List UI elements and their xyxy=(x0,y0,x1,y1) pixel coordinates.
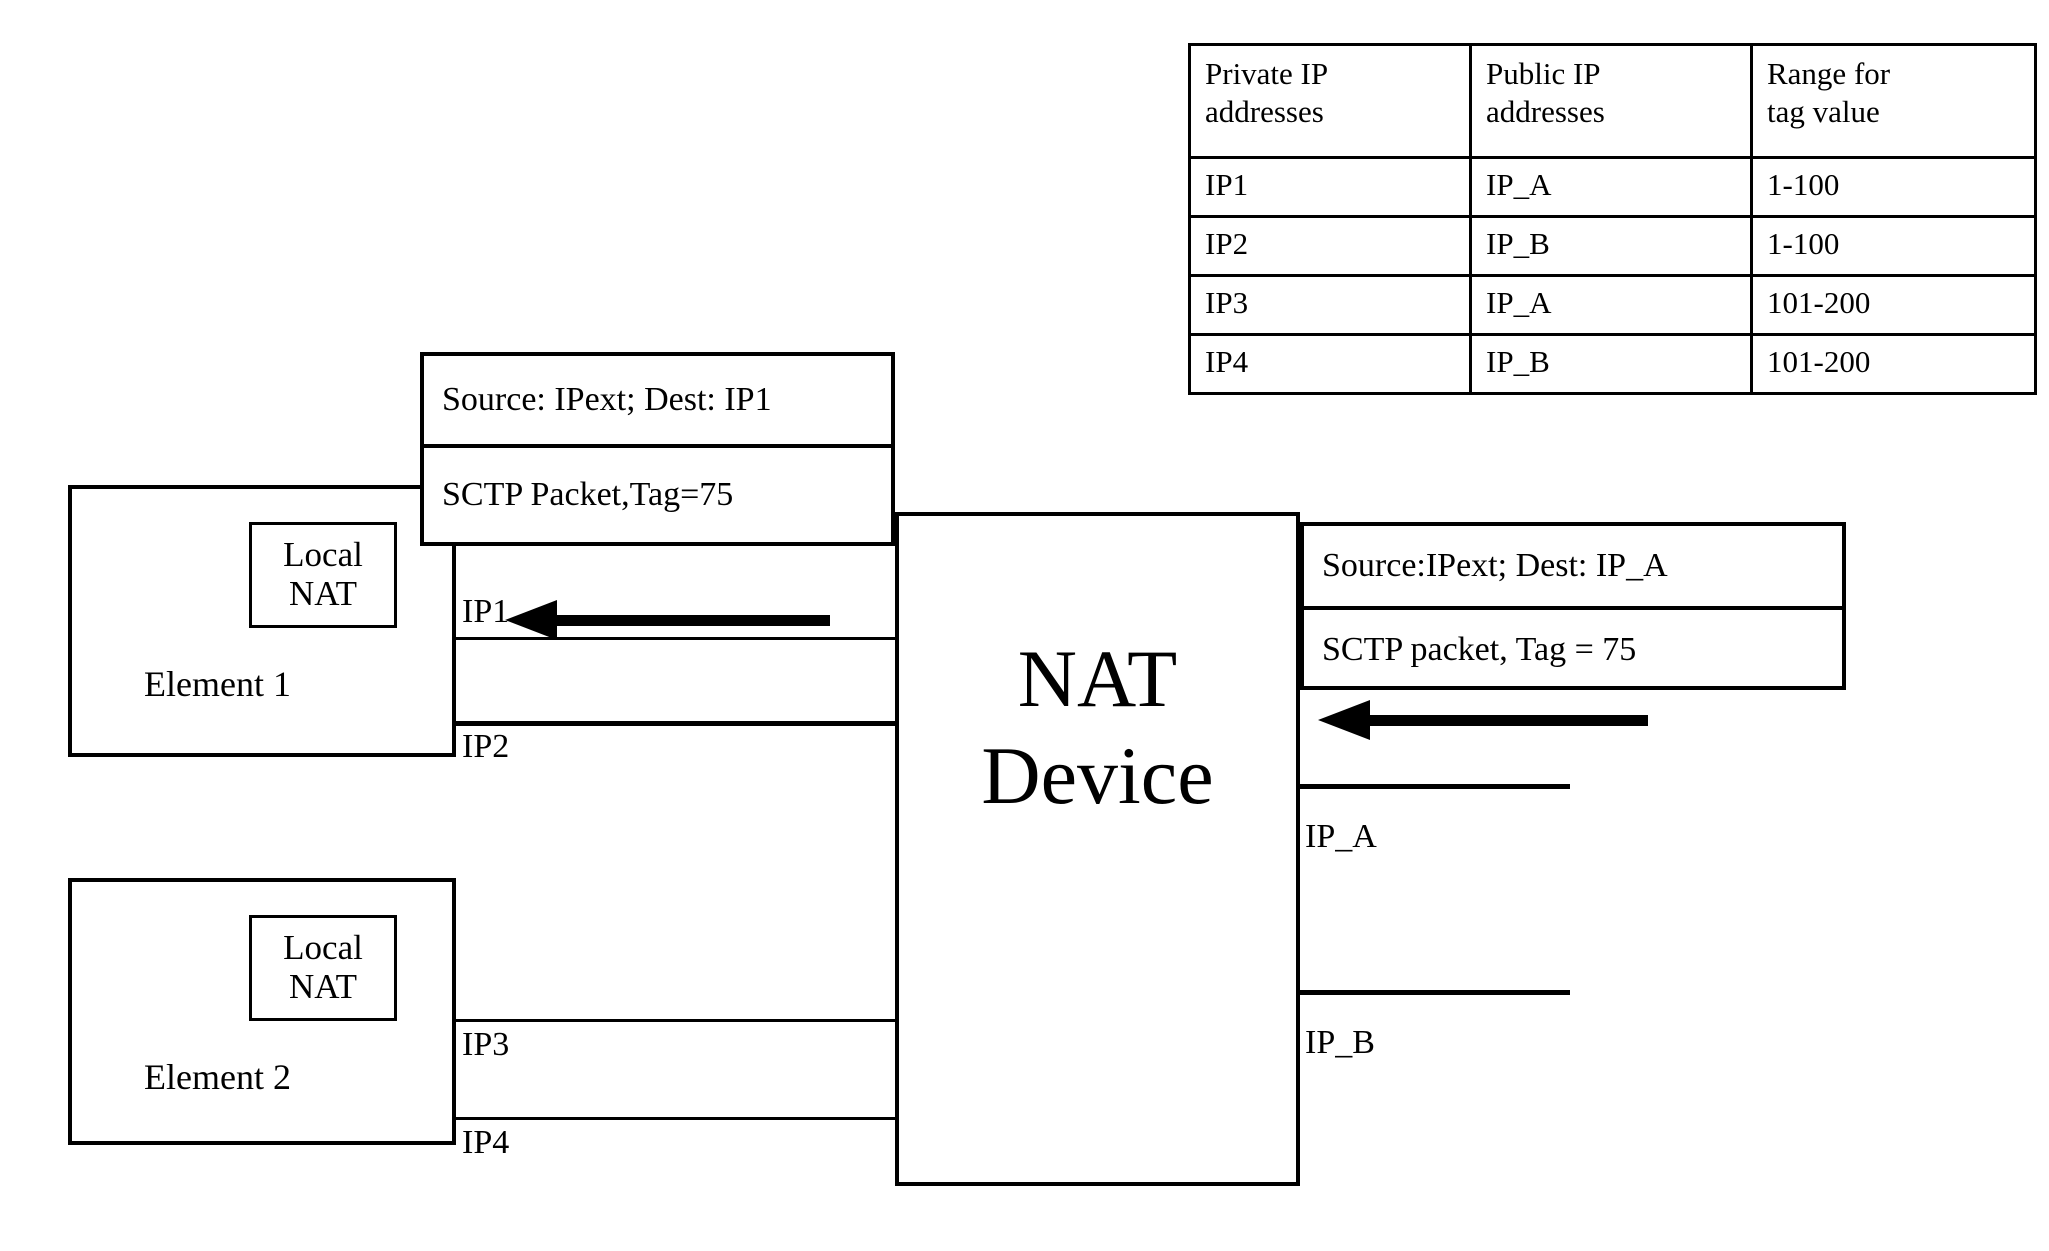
cell-public-ip: IP_B xyxy=(1469,333,1753,395)
cell-tag-range: 1-100 xyxy=(1750,156,2037,218)
link-line-ip2 xyxy=(452,721,899,726)
port-label-ip2: IP2 xyxy=(462,728,510,765)
table-body: IP1 IP_A 1-100 IP2 IP_B 1-100 IP3 IP_A 1… xyxy=(1188,156,2037,395)
arrow-shaft xyxy=(539,615,830,626)
column-header-tag-range-line2: tag value xyxy=(1767,93,1880,129)
arrow-shaft xyxy=(1352,715,1648,726)
element-1-local-nat-line2: NAT xyxy=(288,574,358,614)
column-header-tag-range: Range for tag value xyxy=(1750,43,2037,159)
element-2-box: Local NAT Element 2 xyxy=(68,878,456,1145)
column-header-public-ip-line2: addresses xyxy=(1486,93,1605,129)
link-line-ip4 xyxy=(452,1117,899,1120)
public-link-label-ip-b: IP_B xyxy=(1305,1024,1375,1061)
cell-public-ip: IP_A xyxy=(1469,156,1753,218)
link-line-ip-a xyxy=(1300,784,1570,789)
link-line-ip3 xyxy=(452,1019,899,1022)
element-1-title: Element 1 xyxy=(144,664,291,704)
cell-tag-range: 101-200 xyxy=(1750,274,2037,336)
cell-tag-range: 1-100 xyxy=(1750,215,2037,277)
port-label-ip3: IP3 xyxy=(462,1026,510,1063)
element-2-local-nat-line2: NAT xyxy=(288,967,358,1007)
column-header-private-ip: Private IP addresses xyxy=(1188,43,1472,159)
diagram-canvas: Private IP addresses Public IP addresses… xyxy=(0,0,2049,1251)
port-label-ip1: IP1 xyxy=(462,593,510,630)
element-1-local-nat-line1: Local xyxy=(283,535,363,574)
right-packet-box: Source:IPext; Dest: IP_A SCTP packet, Ta… xyxy=(1300,522,1846,690)
cell-private-ip: IP4 xyxy=(1188,333,1472,395)
cell-private-ip: IP3 xyxy=(1188,274,1472,336)
table-row: IP2 IP_B 1-100 xyxy=(1188,215,2037,277)
port-label-ip4: IP4 xyxy=(462,1124,510,1161)
column-header-tag-range-line1: Range for xyxy=(1767,56,1891,91)
left-packet-header: Source: IPext; Dest: IP1 xyxy=(442,381,772,418)
left-packet-box: Source: IPext; Dest: IP1 SCTP Packet,Tag… xyxy=(420,352,895,546)
right-packet-body: SCTP packet, Tag = 75 xyxy=(1304,606,1842,690)
table-header-row: Private IP addresses Public IP addresses… xyxy=(1188,43,2037,159)
cell-private-ip: IP2 xyxy=(1188,215,1472,277)
column-header-private-ip-line2: addresses xyxy=(1205,93,1324,129)
nat-device-box: NAT Device xyxy=(895,512,1300,1186)
link-line-ip-b xyxy=(1300,990,1570,995)
column-header-public-ip-line1: Public IP xyxy=(1486,56,1601,91)
element-1-local-nat-box: Local NAT xyxy=(249,522,397,628)
element-2-local-nat-line1: Local xyxy=(283,928,363,967)
table-header: Private IP addresses Public IP addresses… xyxy=(1188,43,2037,159)
element-2-title: Element 2 xyxy=(144,1057,291,1097)
table-row: IP4 IP_B 101-200 xyxy=(1188,333,2037,395)
element-1-box: Local NAT Element 1 xyxy=(68,485,456,757)
nat-device-line1: NAT xyxy=(1017,633,1178,724)
table-row: IP1 IP_A 1-100 xyxy=(1188,156,2037,218)
column-header-private-ip-line1: Private IP xyxy=(1205,56,1329,91)
cell-public-ip: IP_A xyxy=(1469,274,1753,336)
right-packet-header: Source:IPext; Dest: IP_A xyxy=(1322,547,1668,584)
nat-mapping-table: Private IP addresses Public IP addresses… xyxy=(1188,43,2037,395)
table-row: IP3 IP_A 101-200 xyxy=(1188,274,2037,336)
cell-public-ip: IP_B xyxy=(1469,215,1753,277)
left-packet-body: SCTP Packet,Tag=75 xyxy=(424,444,891,542)
cell-private-ip: IP1 xyxy=(1188,156,1472,218)
column-header-public-ip: Public IP addresses xyxy=(1469,43,1753,159)
public-link-label-ip-a: IP_A xyxy=(1305,818,1377,855)
element-2-local-nat-box: Local NAT xyxy=(249,915,397,1021)
nat-device-line2: Device xyxy=(981,729,1214,821)
cell-tag-range: 101-200 xyxy=(1750,333,2037,395)
